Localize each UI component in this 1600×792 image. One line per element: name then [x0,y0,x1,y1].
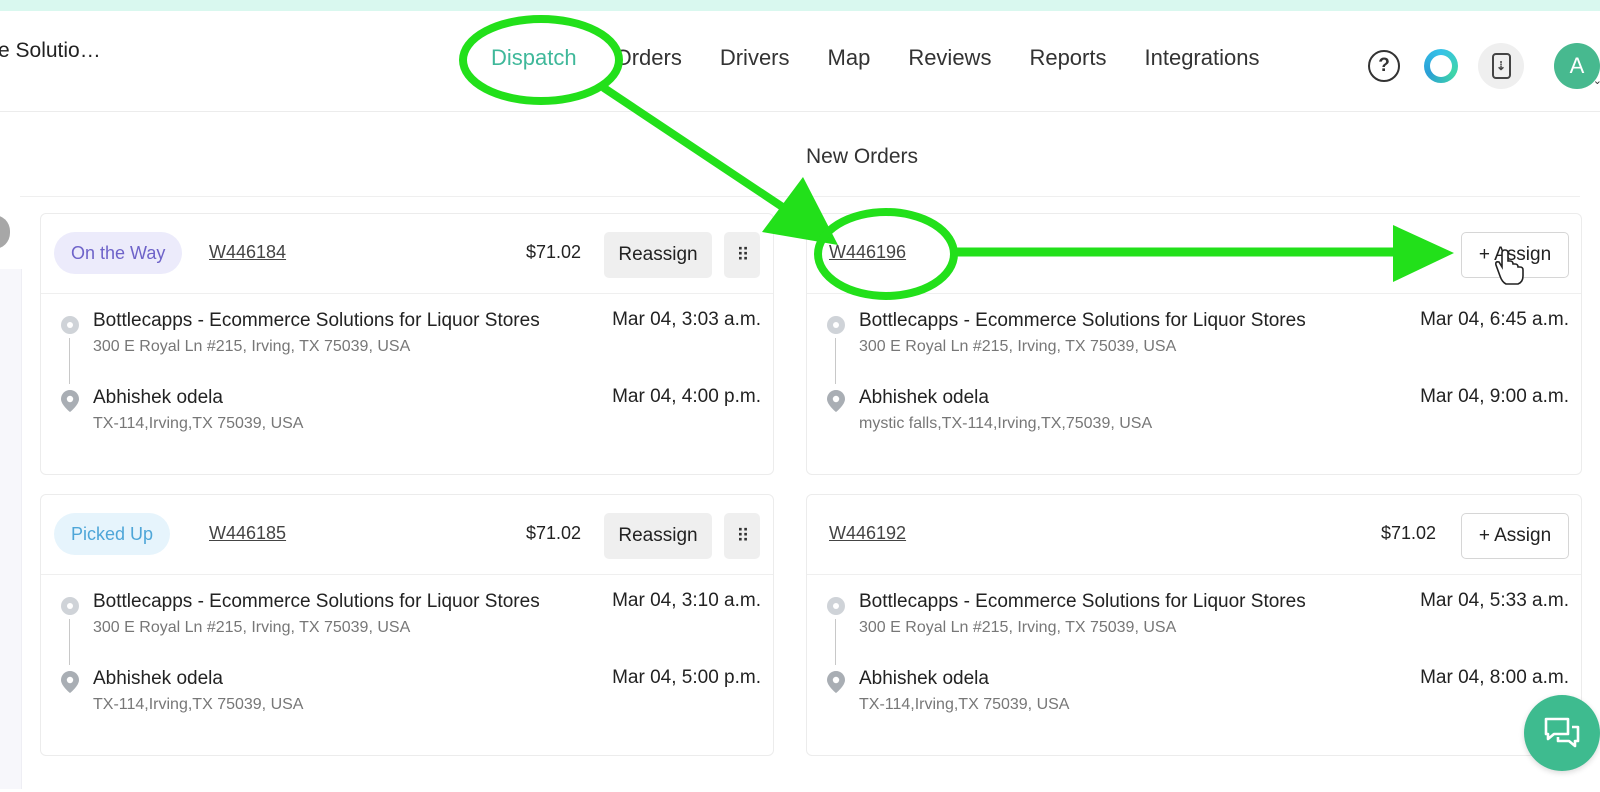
top-banner-strip [0,0,1600,11]
nav-drivers[interactable]: Drivers [720,45,790,71]
loading-ring-icon[interactable] [1424,49,1458,83]
pickup-time: Mar 04, 3:03 a.m. [612,309,761,330]
pickup-address: 300 E Royal Ln #215, Irving, TX 75039, U… [93,619,411,636]
nav-integrations[interactable]: Integrations [1145,45,1260,71]
order-card-header: Picked Up W446185 $71.02 Reassign ⠿ [41,495,773,575]
location-pin-icon [61,390,79,412]
pickup-dot-icon [827,316,845,334]
nav-reviews[interactable]: Reviews [908,45,991,71]
status-badge: Picked Up [54,513,171,555]
dropoff-name: Abhishek odela [859,387,989,408]
dropoff-address: TX-114,Irving,TX 75039, USA [93,415,304,432]
order-card[interactable]: W446196 + Assign Bottlecapps - Ecommerce… [806,213,1582,475]
pickup-stop: Bottlecapps - Ecommerce Solutions for Li… [807,309,1581,384]
dropoff-time: Mar 04, 9:00 a.m. [1420,386,1569,407]
route-line [69,338,70,384]
pickup-stop: Bottlecapps - Ecommerce Solutions for Li… [41,590,773,665]
order-price: $71.02 [526,242,582,262]
pickup-name: Bottlecapps - Ecommerce Solutions for Li… [859,591,1306,612]
divider [20,196,1580,197]
avatar-initial: A [1569,53,1585,78]
order-price: $71.02 [526,523,582,543]
pickup-address: 300 E Royal Ln #215, Irving, TX 75039, U… [859,338,1177,355]
dropoff-stop: Abhishek odela mystic falls,TX-114,Irvin… [807,386,1581,432]
dropoff-time: Mar 04, 4:00 p.m. [612,386,761,407]
chat-icon [1544,717,1580,748]
pickup-address: 300 E Royal Ln #215, Irving, TX 75039, U… [859,619,1177,636]
order-card[interactable]: On the Way W446184 $71.02 Reassign ⠿ Bot… [40,213,774,475]
order-card-header: On the Way W446184 $71.02 Reassign ⠿ [41,214,773,294]
dropoff-name: Abhishek odela [93,668,223,689]
avatar[interactable]: A ⌄ [1554,43,1600,89]
mobile-download-icon: ⇣ [1491,53,1511,79]
pickup-name: Bottlecapps - Ecommerce Solutions for Li… [93,310,540,331]
dropoff-name: Abhishek odela [859,668,989,689]
reassign-button[interactable]: Reassign [604,513,712,559]
reassign-button[interactable]: Reassign [604,232,712,278]
pickup-time: Mar 04, 6:45 a.m. [1420,309,1569,330]
order-card[interactable]: W446192 $71.02 + Assign Bottlecapps - Ec… [806,494,1582,756]
left-column-band [0,269,22,789]
pickup-dot-icon [61,597,79,615]
dropoff-time: Mar 04, 8:00 a.m. [1420,667,1569,688]
collapse-handle[interactable] [0,215,10,249]
drag-handle-icon[interactable]: ⠿ [724,232,760,278]
route-line [835,338,836,384]
pickup-stop: Bottlecapps - Ecommerce Solutions for Li… [41,309,773,384]
dropoff-address: mystic falls,TX-114,Irving,TX,75039, USA [859,415,1153,432]
order-id-link[interactable]: W446184 [209,242,286,263]
order-card-header: W446196 + Assign [807,214,1581,294]
pickup-dot-icon [61,316,79,334]
route-line [69,619,70,665]
assign-button[interactable]: + Assign [1461,513,1569,559]
help-icon[interactable]: ? [1368,50,1400,82]
pickup-name: Bottlecapps - Ecommerce Solutions for Li… [859,310,1306,331]
dropoff-stop: Abhishek odela TX-114,Irving,TX 75039, U… [41,386,773,432]
location-pin-icon [827,390,845,412]
pickup-dot-icon [827,597,845,615]
mobile-app-button[interactable]: ⇣ [1478,43,1524,89]
top-header: e Solutio… Dispatch Orders Drivers Map R… [0,11,1600,112]
assign-button[interactable]: + Assign [1461,232,1569,278]
order-price: $71.02 [1381,523,1437,543]
nav-map[interactable]: Map [828,45,871,71]
order-card[interactable]: Picked Up W446185 $71.02 Reassign ⠿ Bott… [40,494,774,756]
nav-orders[interactable]: Orders [615,45,682,71]
dropoff-stop: Abhishek odela TX-114,Irving,TX 75039, U… [41,667,773,713]
chat-button[interactable] [1524,695,1600,771]
status-badge: On the Way [54,232,183,274]
pickup-address: 300 E Royal Ln #215, Irving, TX 75039, U… [93,338,411,355]
pickup-time: Mar 04, 5:33 a.m. [1420,590,1569,611]
nav-reports[interactable]: Reports [1029,45,1106,71]
chevron-down-icon: ⌄ [1592,75,1600,87]
route-line [835,619,836,665]
header-icons: ? ⇣ A ⌄ [1368,43,1600,89]
section-title: New Orders [806,145,919,168]
dropoff-name: Abhishek odela [93,387,223,408]
pickup-name: Bottlecapps - Ecommerce Solutions for Li… [93,591,540,612]
dropoff-address: TX-114,Irving,TX 75039, USA [859,696,1070,713]
nav-dispatch[interactable]: Dispatch [491,45,577,71]
drag-handle-icon[interactable]: ⠿ [724,513,760,559]
order-id-link[interactable]: W446185 [209,523,286,544]
location-pin-icon [827,671,845,693]
dropoff-time: Mar 04, 5:00 p.m. [612,667,761,688]
dropoff-address: TX-114,Irving,TX 75039, USA [93,696,304,713]
dropoff-stop: Abhishek odela TX-114,Irving,TX 75039, U… [807,667,1581,713]
main-nav: Dispatch Orders Drivers Map Reviews Repo… [491,45,1259,71]
store-name[interactable]: e Solutio… [0,39,101,63]
location-pin-icon [61,671,79,693]
order-card-header: W446192 $71.02 + Assign [807,495,1581,575]
left-rail [0,215,22,792]
pickup-stop: Bottlecapps - Ecommerce Solutions for Li… [807,590,1581,665]
order-id-link[interactable]: W446196 [829,242,906,263]
pickup-time: Mar 04, 3:10 a.m. [612,590,761,611]
order-id-link[interactable]: W446192 [829,523,906,544]
